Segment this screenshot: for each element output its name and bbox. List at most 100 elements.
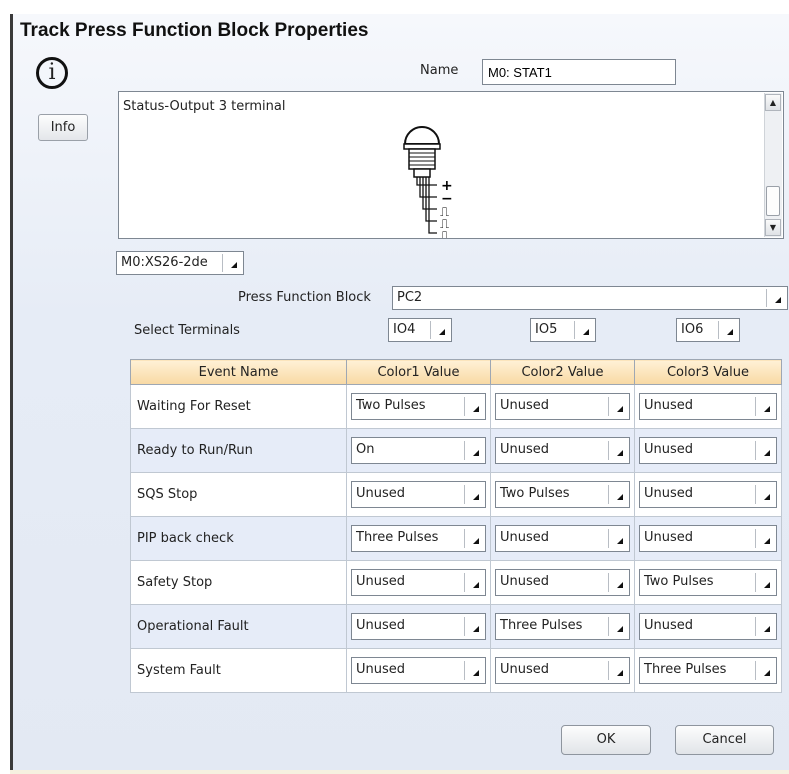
ok-button[interactable]: OK bbox=[561, 725, 651, 755]
color1-select[interactable]: Unused bbox=[351, 613, 486, 640]
dropdown-arrow-icon bbox=[766, 289, 785, 307]
device-sign-pulse-3: ⎍ bbox=[440, 229, 449, 238]
terminal-select-2[interactable]: IO5 bbox=[530, 318, 596, 342]
dropdown-arrow-icon bbox=[718, 321, 737, 339]
info-button[interactable]: Info bbox=[38, 114, 88, 141]
dropdown-arrow-icon bbox=[464, 617, 483, 636]
scroll-down-icon[interactable]: ▼ bbox=[765, 219, 781, 236]
color3-select[interactable]: Unused bbox=[639, 481, 777, 508]
table-row: Operational Fault Unused Three Pulses Un… bbox=[130, 604, 782, 649]
color2-select[interactable]: Three Pulses bbox=[495, 613, 630, 640]
stack-light-device-icon: + − ⎍ ⎍ ⎍ bbox=[403, 126, 453, 238]
color3-select-value: Unused bbox=[644, 486, 694, 501]
scroll-up-icon[interactable]: ▲ bbox=[765, 94, 781, 111]
dropdown-arrow-icon bbox=[608, 573, 627, 592]
dropdown-arrow-icon bbox=[608, 529, 627, 548]
table-row: PIP back check Three Pulses Unused Unuse… bbox=[130, 516, 782, 561]
color1-select-value: Unused bbox=[356, 662, 406, 677]
connector-select[interactable]: M0:XS26-2de bbox=[116, 251, 244, 275]
event-color-table: Event Name Color1 Value Color2 Value Col… bbox=[130, 359, 782, 693]
color2-select-value: Unused bbox=[500, 398, 550, 413]
dropdown-arrow-icon bbox=[464, 485, 483, 504]
color3-select-value: Two Pulses bbox=[644, 574, 714, 589]
color2-select[interactable]: Unused bbox=[495, 393, 630, 420]
color1-select[interactable]: Unused bbox=[351, 569, 486, 596]
color2-select-value: Unused bbox=[500, 662, 550, 677]
info-icon: i bbox=[36, 57, 68, 89]
color2-select-value: Unused bbox=[500, 442, 550, 457]
press-function-block-select[interactable]: PC2 bbox=[392, 286, 788, 310]
dropdown-arrow-icon bbox=[755, 485, 774, 504]
description-scrollbar[interactable]: ▲ ▼ bbox=[764, 93, 782, 237]
terminal-select-3-value: IO6 bbox=[681, 322, 704, 337]
event-name-cell: PIP back check bbox=[130, 516, 347, 561]
table-row: Waiting For Reset Two Pulses Unused Unus… bbox=[130, 384, 782, 429]
color2-select-value: Three Pulses bbox=[500, 618, 583, 633]
color3-select[interactable]: Two Pulses bbox=[639, 569, 777, 596]
dropdown-arrow-icon bbox=[464, 397, 483, 416]
color1-select[interactable]: Unused bbox=[351, 481, 486, 508]
dropdown-arrow-icon bbox=[464, 573, 483, 592]
color3-select[interactable]: Unused bbox=[639, 613, 777, 640]
event-name-cell: Ready to Run/Run bbox=[130, 428, 347, 473]
dropdown-arrow-icon bbox=[608, 485, 627, 504]
event-name-cell: Waiting For Reset bbox=[130, 384, 347, 429]
color1-select[interactable]: On bbox=[351, 437, 486, 464]
dropdown-arrow-icon bbox=[608, 441, 627, 460]
dropdown-arrow-icon bbox=[464, 661, 483, 680]
terminal-select-2-value: IO5 bbox=[535, 322, 558, 337]
header-color1-value[interactable]: Color1 Value bbox=[346, 359, 491, 385]
event-name-cell: SQS Stop bbox=[130, 472, 347, 517]
press-function-block-label: Press Function Block bbox=[238, 290, 371, 305]
dropdown-arrow-icon bbox=[574, 321, 593, 339]
scroll-thumb[interactable] bbox=[766, 186, 780, 216]
table-row: SQS Stop Unused Two Pulses Unused bbox=[130, 472, 782, 517]
color1-select-value: Unused bbox=[356, 574, 406, 589]
dropdown-arrow-icon bbox=[222, 254, 241, 272]
color3-select-value: Three Pulses bbox=[644, 662, 727, 677]
color3-select[interactable]: Unused bbox=[639, 525, 777, 552]
dropdown-arrow-icon bbox=[755, 617, 774, 636]
color1-select[interactable]: Three Pulses bbox=[351, 525, 486, 552]
description-text: Status-Output 3 terminal bbox=[123, 99, 286, 114]
dropdown-arrow-icon bbox=[755, 661, 774, 680]
color1-select-value: On bbox=[356, 442, 375, 457]
color1-select-value: Two Pulses bbox=[356, 398, 426, 413]
dropdown-arrow-icon bbox=[755, 573, 774, 592]
dropdown-arrow-icon bbox=[608, 617, 627, 636]
color2-select[interactable]: Unused bbox=[495, 569, 630, 596]
terminal-select-1[interactable]: IO4 bbox=[388, 318, 452, 342]
color1-select-value: Three Pulses bbox=[356, 530, 439, 545]
dropdown-arrow-icon bbox=[755, 397, 774, 416]
connector-select-value: M0:XS26-2de bbox=[121, 255, 208, 270]
color1-select-value: Unused bbox=[356, 618, 406, 633]
color3-select-value: Unused bbox=[644, 618, 694, 633]
color3-select[interactable]: Unused bbox=[639, 437, 777, 464]
cancel-button[interactable]: Cancel bbox=[675, 725, 774, 755]
terminal-select-3[interactable]: IO6 bbox=[676, 318, 740, 342]
name-input[interactable] bbox=[482, 59, 676, 85]
terminal-select-1-value: IO4 bbox=[393, 322, 416, 337]
color1-select[interactable]: Unused bbox=[351, 657, 486, 684]
header-color2-value[interactable]: Color2 Value bbox=[490, 359, 635, 385]
name-label: Name bbox=[420, 63, 459, 78]
color3-select[interactable]: Unused bbox=[639, 393, 777, 420]
header-color3-value[interactable]: Color3 Value bbox=[634, 359, 782, 385]
header-event-name[interactable]: Event Name bbox=[130, 359, 347, 385]
color3-select[interactable]: Three Pulses bbox=[639, 657, 777, 684]
color1-select[interactable]: Two Pulses bbox=[351, 393, 486, 420]
table-header-row: Event Name Color1 Value Color2 Value Col… bbox=[130, 359, 782, 385]
color3-select-value: Unused bbox=[644, 442, 694, 457]
color2-select-value: Unused bbox=[500, 530, 550, 545]
color3-select-value: Unused bbox=[644, 530, 694, 545]
dropdown-arrow-icon bbox=[608, 397, 627, 416]
color2-select-value: Unused bbox=[500, 574, 550, 589]
event-name-cell: Safety Stop bbox=[130, 560, 347, 605]
color2-select[interactable]: Unused bbox=[495, 525, 630, 552]
table-row: Ready to Run/Run On Unused Unused bbox=[130, 428, 782, 473]
color2-select[interactable]: Unused bbox=[495, 437, 630, 464]
color1-select-value: Unused bbox=[356, 486, 406, 501]
event-name-cell: System Fault bbox=[130, 648, 347, 693]
color2-select[interactable]: Two Pulses bbox=[495, 481, 630, 508]
color2-select[interactable]: Unused bbox=[495, 657, 630, 684]
